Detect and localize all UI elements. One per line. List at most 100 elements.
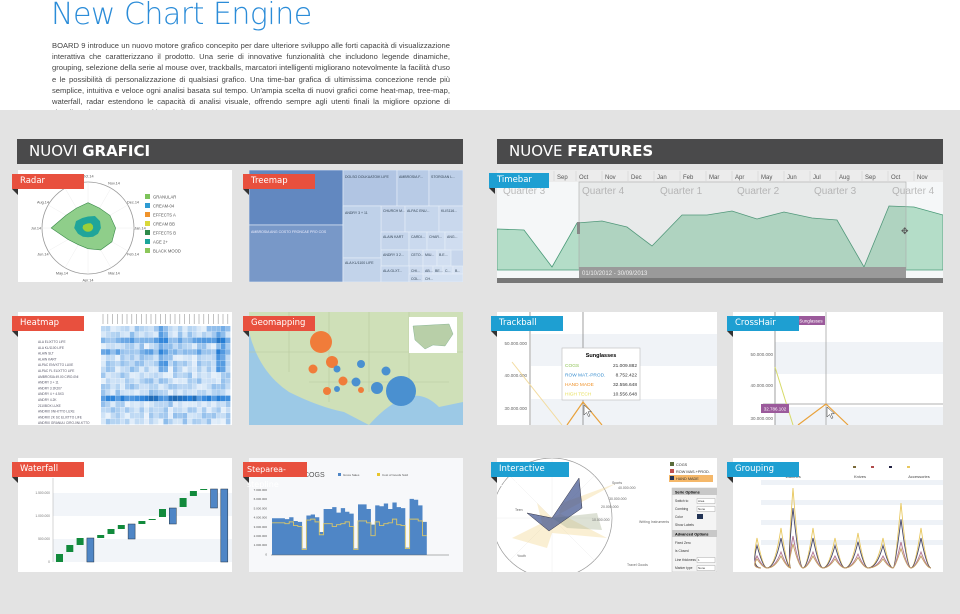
heatmap-cell [115, 418, 120, 425]
radar-axis-label: Mar.14 [108, 272, 120, 276]
heatmap-cell [206, 337, 212, 344]
waterfall-bar [117, 525, 125, 529]
waterfall-bar [86, 537, 95, 563]
heatmap-cell [221, 355, 226, 361]
legend-item[interactable]: HAND MADE [676, 477, 699, 481]
heatmap-cell [206, 418, 212, 425]
heatmap-cell [110, 337, 116, 344]
heatmap-cell [125, 401, 130, 407]
waterfall-bar [127, 523, 136, 540]
bubble [338, 376, 348, 386]
heatmap-cell [173, 326, 178, 332]
heatmap-cell [192, 378, 197, 384]
heatmap-cell [192, 360, 197, 367]
heatmap-cell [139, 360, 144, 367]
heatmap-cell [173, 413, 178, 419]
heatmap-cell [125, 349, 130, 355]
heatmap-cell [197, 378, 202, 384]
heatmap-cell [139, 331, 144, 338]
legend-swatch [145, 230, 150, 235]
legend-swatch [145, 239, 150, 244]
legend-item[interactable]: ROW MAS.+PROD. [676, 470, 710, 474]
heatmap-cell [211, 389, 216, 396]
treemap-card: Treemap AMBROSIA ANG COSTO FRONCAE PRO C… [243, 170, 463, 282]
y-tick: 30.000.000 [750, 416, 773, 421]
heatmap-cell [125, 331, 130, 338]
timebar-scrollbar[interactable] [497, 278, 943, 283]
heatmap-cell [120, 360, 125, 367]
interactive-legend-ribbon: Interactive Legend [491, 462, 569, 489]
heatmap-cell [139, 343, 144, 349]
heatmap-cell [216, 384, 221, 390]
heatmap-cell [206, 389, 212, 396]
month-label: Sep [865, 175, 876, 181]
timebar-chart[interactable]: Sep Oct Nov Dec Jan Feb Mar Apr May Jun Jul Aug Sep O… [497, 170, 943, 283]
heatmap-cell [158, 372, 164, 378]
heatmap-cell [134, 407, 140, 413]
heatmap-cell [120, 355, 125, 361]
heatmap-cell [177, 360, 183, 367]
heatmap-cell [101, 418, 106, 425]
heatmap-cell [153, 395, 159, 402]
heatmap-cell [168, 395, 173, 402]
heatmap-cell [168, 355, 173, 361]
heatmap-cell [168, 349, 173, 355]
treemap-cell-label: ANDRY 3 2... [383, 253, 404, 257]
legend-label: AGE 2+ [153, 239, 168, 244]
y-tick: 30.000.000 [504, 406, 527, 411]
y-tick: 6.000.000 [254, 497, 268, 501]
panel-label: Is Closed [675, 549, 689, 553]
heatmap-cell [173, 349, 178, 355]
heatmap-cell [134, 343, 140, 349]
heatmap-cell [192, 355, 197, 361]
treemap-cell-label: CHAR... [429, 235, 442, 239]
heatmap-cell [158, 413, 164, 419]
heatmap-cell [101, 331, 106, 338]
legend-swatch [145, 212, 150, 217]
heatmap-row-label: ALA ELIXTTO LIFE [38, 340, 66, 344]
heatmap-cell [110, 389, 116, 396]
range-handle-left[interactable] [577, 222, 580, 234]
heatmap-cell [149, 418, 154, 425]
series-options-panel: Serie Options Switch to Area Combing None Col… [671, 487, 717, 572]
radar-axis-label: Youth [517, 554, 526, 558]
heatmap-row-label: ANDRY 4.2K [38, 398, 57, 402]
color-swatch[interactable] [697, 514, 703, 519]
tooltip-series-value: 10.556.648 [613, 392, 637, 398]
heatmap-cell [221, 401, 226, 407]
heatmap-cell [144, 349, 149, 355]
treemap-cell-label: CH... [425, 277, 433, 281]
heatmap-cell [153, 331, 159, 338]
steparea-ribbon: Steparea-stepline [243, 462, 307, 489]
heatmap-cell [192, 418, 197, 425]
heatmap-cell [182, 401, 188, 407]
heatmap-cell [101, 355, 106, 361]
heatmap-cell [139, 395, 144, 402]
tooltip-series-value: 8.752.422 [616, 373, 638, 379]
heatmap-cell [125, 384, 130, 390]
grid-band [761, 510, 943, 515]
heatmap-cell [225, 343, 231, 349]
waterfall-bar [66, 545, 74, 552]
waterfall-card: Waterfall 1.500.000 1.000.000 500.000 0 [12, 458, 232, 572]
heatmap-cell [139, 401, 144, 407]
heatmap-cell [163, 395, 168, 402]
heatmap-cell [163, 372, 168, 378]
heatmap-cell [101, 337, 106, 344]
legend-item[interactable]: COGS [676, 463, 688, 467]
heatmap-cell [177, 378, 183, 384]
heatmap-cell [149, 407, 154, 413]
heatmap-cell [158, 401, 164, 407]
heatmap-cell [192, 401, 197, 407]
legend-label: EFFECTS B [153, 230, 176, 235]
panel-dropdown[interactable] [696, 557, 716, 563]
heatmap-cell [225, 413, 231, 419]
heatmap-cell [168, 366, 173, 373]
heatmap-cell [125, 418, 130, 425]
timebar-ribbon: Timebar [489, 173, 549, 194]
heatmap-cell [144, 360, 149, 367]
heatmap-cell [163, 337, 168, 344]
treemap-ribbon: Treemap [243, 174, 315, 195]
heatmap-cell [192, 372, 197, 378]
radar-axis-label: Jun.14 [37, 253, 48, 257]
